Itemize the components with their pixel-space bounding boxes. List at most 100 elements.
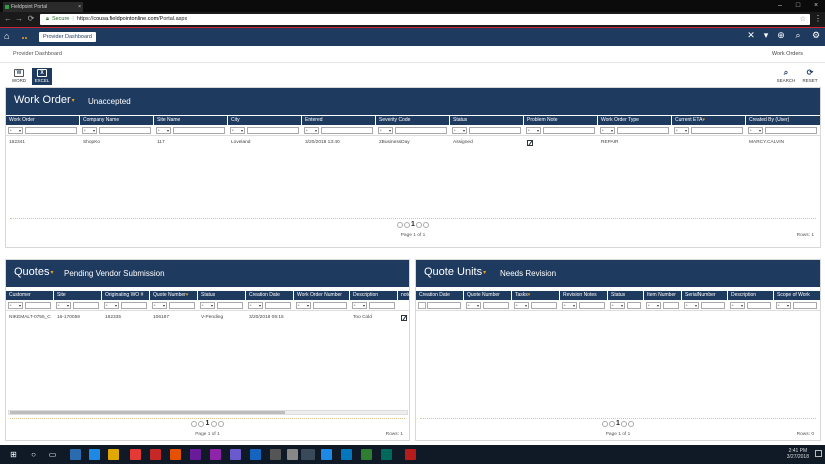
close-window-button[interactable]: × — [807, 0, 825, 12]
filter-operator-select[interactable]: * ▾ — [562, 302, 577, 309]
filter-input[interactable] — [691, 127, 743, 134]
column-header[interactable]: Problem Note — [524, 116, 598, 125]
last-page-button[interactable] — [628, 420, 635, 427]
column-header[interactable]: Site Name — [154, 116, 228, 125]
filter-input[interactable] — [427, 302, 461, 309]
filter-input[interactable] — [469, 127, 521, 134]
table-row[interactable]: 162341 ShopKo 117 Loveland 3/20/2018 13:… — [6, 138, 820, 147]
column-header[interactable]: Created By (User) — [746, 116, 820, 125]
current-page[interactable]: 1 — [206, 420, 210, 427]
filter-operator-select[interactable]: * ▾ — [378, 127, 393, 134]
filter-operator-select[interactable]: * ▾ — [8, 127, 23, 134]
edge-icon[interactable] — [89, 449, 100, 460]
column-header[interactable]: City — [228, 116, 302, 125]
filter-input[interactable] — [73, 302, 99, 309]
column-header[interactable]: SerialNumber — [682, 291, 728, 300]
edit-note-icon[interactable] — [401, 315, 407, 321]
filter-input[interactable] — [313, 302, 347, 309]
date-picker-icon[interactable] — [418, 302, 426, 309]
browser-menu-icon[interactable]: ⋮ — [814, 14, 822, 23]
minimize-window-button[interactable]: – — [771, 0, 789, 12]
app-icon[interactable] — [70, 449, 81, 460]
filter-operator-select[interactable]: * ▾ — [156, 127, 171, 134]
column-header[interactable]: Current ETA▾ — [672, 116, 746, 125]
column-header[interactable]: Scope of Work — [774, 291, 820, 300]
app-icon[interactable] — [150, 449, 161, 460]
excel-icon[interactable] — [361, 449, 372, 460]
current-page[interactable]: 1 — [411, 221, 415, 228]
search-button[interactable]: ⌕ SEARCH — [776, 68, 796, 85]
column-header[interactable]: Entered — [302, 116, 376, 125]
filter-operator-select[interactable]: * ▾ — [352, 302, 367, 309]
url-bar[interactable]: 🔒︎ Secure | https://cousa.fieldpointonline.… — [40, 14, 810, 25]
column-header[interactable]: Description — [728, 291, 774, 300]
filter-input[interactable] — [247, 127, 299, 134]
chrome-icon[interactable] — [301, 449, 315, 460]
powerpoint-icon[interactable] — [170, 449, 181, 460]
browser-tab[interactable]: Fieldpoint Portal × — [3, 2, 83, 12]
filter-operator-select[interactable]: * ▾ — [152, 302, 167, 309]
file-explorer-icon[interactable] — [108, 449, 119, 460]
quote-units-title[interactable]: Quote Units▾ — [424, 266, 486, 278]
filter-operator-select[interactable]: * ▾ — [466, 302, 481, 309]
column-header[interactable]: Work Order Number — [294, 291, 350, 300]
first-page-button[interactable] — [191, 420, 198, 427]
scrollbar-thumb[interactable] — [10, 411, 285, 414]
column-header[interactable]: Status — [198, 291, 246, 300]
bookmark-star-icon[interactable]: ☆ — [800, 14, 806, 25]
reset-button[interactable]: ⟳ RESET — [800, 68, 820, 85]
next-page-button[interactable] — [416, 221, 423, 228]
filter-input[interactable] — [793, 302, 817, 309]
ie-icon[interactable] — [321, 449, 332, 460]
filter-input[interactable] — [627, 302, 641, 309]
first-page-button[interactable] — [601, 420, 608, 427]
filter-input[interactable] — [121, 302, 147, 309]
work-order-title[interactable]: Work Order▾ — [14, 94, 75, 106]
filter-input[interactable] — [321, 127, 373, 134]
visual-studio-icon[interactable] — [230, 449, 241, 460]
horizontal-scrollbar[interactable] — [8, 410, 408, 415]
column-header[interactable]: Work Order — [6, 116, 80, 125]
app-menu-dots-icon[interactable] — [22, 35, 28, 39]
column-header[interactable]: Company Name — [80, 116, 154, 125]
filter-operator-select[interactable]: * ▾ — [748, 127, 763, 134]
chevron-down-icon[interactable]: ▾ — [759, 30, 773, 41]
first-page-button[interactable] — [396, 221, 403, 228]
chevron-down-icon[interactable]: ▾ — [483, 270, 486, 276]
filter-input[interactable] — [369, 302, 395, 309]
filter-operator-select[interactable]: * ▾ — [304, 127, 319, 134]
column-header[interactable]: Work Order Type — [598, 116, 672, 125]
filter-operator-select[interactable]: * ▾ — [684, 302, 699, 309]
notification-center-icon[interactable] — [815, 450, 822, 457]
filter-operator-select[interactable]: * ▾ — [526, 127, 541, 134]
add-icon[interactable]: ⊕ — [774, 30, 788, 41]
filter-operator-select[interactable]: * ▾ — [646, 302, 661, 309]
filter-input[interactable] — [579, 302, 605, 309]
task-view-icon[interactable]: ▭ — [47, 449, 58, 460]
last-page-button[interactable] — [423, 221, 430, 228]
column-header[interactable]: Customer — [6, 291, 54, 300]
next-page-button[interactable] — [621, 420, 628, 427]
app-icon[interactable] — [130, 449, 141, 460]
filter-input[interactable] — [617, 127, 669, 134]
prev-page-button[interactable] — [403, 221, 410, 228]
filter-input[interactable] — [169, 302, 195, 309]
filter-operator-select[interactable]: * ▾ — [56, 302, 71, 309]
app-icon[interactable] — [381, 449, 392, 460]
column-header[interactable]: Quote Number▾ — [150, 291, 198, 300]
current-view-label[interactable]: Work Orders — [772, 51, 803, 57]
filter-input[interactable] — [531, 302, 557, 309]
filter-input[interactable] — [747, 302, 771, 309]
prev-page-button[interactable] — [198, 420, 205, 427]
filter-input[interactable] — [217, 302, 243, 309]
column-header[interactable]: Severity Code — [376, 116, 450, 125]
filter-operator-select[interactable]: * ▾ — [296, 302, 311, 309]
filter-operator-select[interactable]: * ▾ — [452, 127, 467, 134]
gear-icon[interactable]: ⚙ — [809, 30, 823, 41]
breadcrumb[interactable]: Provider Dashboard — [39, 32, 96, 42]
last-page-button[interactable] — [217, 420, 224, 427]
filter-operator-select[interactable]: * ▾ — [200, 302, 215, 309]
maximize-window-button[interactable]: □ — [789, 0, 807, 12]
filter-operator-select[interactable]: * ▾ — [514, 302, 529, 309]
filter-input[interactable] — [25, 302, 51, 309]
